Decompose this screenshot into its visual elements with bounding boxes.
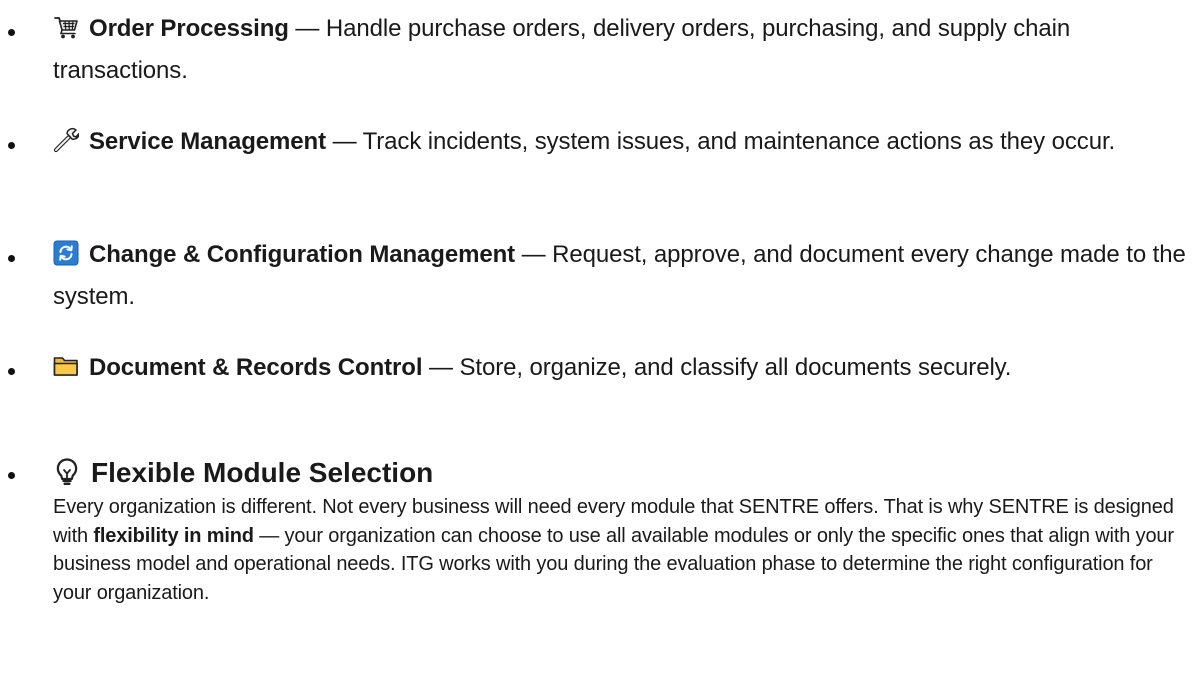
em-dash: —	[429, 354, 453, 381]
refresh-arrows-icon	[53, 240, 79, 266]
flexible-heading: Flexible Module Selection	[91, 457, 434, 488]
section-heading: Flexible Module Selection	[53, 455, 433, 491]
item-description: Track incidents, system issues, and main…	[362, 128, 1116, 155]
list-item-flexible-module-selection: Flexible Module Selection Every organiza…	[0, 455, 1199, 680]
item-title: Service Management	[89, 128, 326, 155]
item-title: Document & Records Control	[89, 354, 423, 381]
em-dash: —	[295, 15, 320, 42]
item-description: Store, organize, and classify all docume…	[459, 354, 1012, 381]
em-dash: —	[332, 128, 357, 155]
item-title: Change & Configuration Management	[89, 241, 516, 268]
bullet	[8, 368, 15, 375]
wrench-icon	[53, 127, 79, 153]
lightbulb-icon	[53, 457, 81, 487]
bullet	[8, 472, 15, 479]
list-item-text: Document & Records Control — Store, orga…	[53, 347, 1193, 389]
em-dash: —	[521, 241, 546, 268]
list-item-text: Order Processing — Handle purchase order…	[53, 8, 1193, 92]
folder-icon	[53, 353, 79, 379]
list-item-text: Service Management — Track incidents, sy…	[53, 121, 1193, 163]
bullet	[8, 255, 15, 262]
shopping-cart-icon	[53, 14, 79, 40]
bullet	[8, 29, 15, 36]
paragraph-bold: flexibility in mind	[93, 524, 254, 547]
item-title: Order Processing	[89, 15, 289, 42]
bullet	[8, 142, 15, 149]
list-item-text: Change & Configuration Management — Requ…	[53, 234, 1193, 318]
document-page: Order Processing — Handle purchase order…	[0, 0, 1199, 682]
flexible-paragraph: Every organization is different. Not eve…	[53, 493, 1193, 607]
